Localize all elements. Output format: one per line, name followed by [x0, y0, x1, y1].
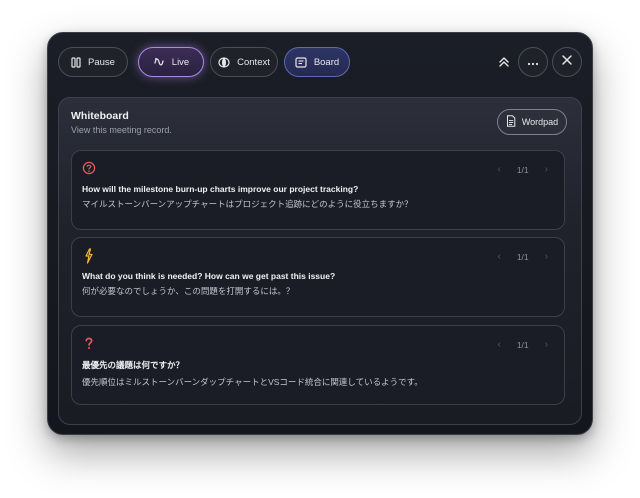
question-card: ‹ 1/1 › How will the milestone burn-up c… — [71, 150, 565, 230]
page-indicator: 1/1 — [516, 251, 529, 262]
live-button[interactable]: Live — [138, 47, 204, 77]
board-label: Board — [313, 56, 340, 68]
more-options-button[interactable] — [518, 47, 548, 77]
whiteboard-panel: Whiteboard View this meeting record. Wor… — [58, 97, 582, 425]
next-chevron-icon[interactable]: › — [545, 339, 548, 350]
card-answer: マイルストーンバーンアップチャートはプロジェクト追跡にどのように役立ちますか？ — [82, 199, 413, 209]
card-answer: 何が必要なのでしょうか、この問題を打開するには。？ — [82, 286, 295, 296]
card-pager: ‹ 1/1 › — [497, 164, 548, 175]
prev-chevron-icon[interactable]: ‹ — [497, 164, 500, 175]
page-indicator: 1/1 — [516, 164, 529, 175]
pause-label: Pause — [88, 56, 115, 68]
panel-subtitle: View this meeting record. — [71, 125, 172, 135]
context-button[interactable]: Context — [210, 47, 278, 77]
board-icon — [295, 56, 307, 68]
next-chevron-icon[interactable]: › — [545, 251, 548, 262]
collapse-chevrons-icon[interactable] — [497, 55, 511, 69]
lightning-icon — [82, 248, 96, 264]
ellipsis-icon — [527, 53, 539, 71]
question-mark-icon — [82, 336, 96, 352]
card-pager: ‹ 1/1 › — [497, 339, 548, 350]
context-label: Context — [237, 56, 270, 68]
toolbar: Pause Live Context Board — [48, 33, 592, 91]
question-card: ‹ 1/1 › 最優先の議題は何ですか？ 優先順位はミルストーンバーンダップチャ… — [71, 325, 565, 405]
question-circle-icon — [82, 161, 96, 177]
meeting-assistant-window: Pause Live Context Board Whiteboard View… — [47, 32, 593, 435]
pause-icon — [71, 56, 81, 68]
live-waveform-icon — [153, 56, 165, 68]
board-button[interactable]: Board — [284, 47, 350, 77]
card-answer: 優先順位はミルストーンバーンダップチャートとVSコード統合に関連しているようです… — [82, 377, 423, 387]
card-question: 最優先の議題は何ですか？ — [82, 360, 185, 370]
close-button[interactable] — [552, 47, 582, 77]
pause-button[interactable]: Pause — [58, 47, 128, 77]
live-label: Live — [171, 56, 190, 68]
card-pager: ‹ 1/1 › — [497, 251, 548, 262]
prev-chevron-icon[interactable]: ‹ — [497, 251, 500, 262]
close-icon — [561, 53, 573, 71]
panel-title: Whiteboard — [71, 110, 129, 122]
context-icon — [218, 56, 230, 68]
next-chevron-icon[interactable]: › — [545, 164, 548, 175]
prev-chevron-icon[interactable]: ‹ — [497, 339, 500, 350]
wordpad-button[interactable]: Wordpad — [497, 109, 567, 135]
wordpad-label: Wordpad — [521, 117, 559, 127]
question-card: ‹ 1/1 › What do you think is needed? How… — [71, 237, 565, 317]
page-indicator: 1/1 — [516, 339, 529, 350]
card-question: What do you think is needed? How can we … — [82, 271, 336, 281]
card-question: How will the milestone burn-up charts im… — [82, 184, 359, 194]
document-icon — [506, 115, 516, 129]
